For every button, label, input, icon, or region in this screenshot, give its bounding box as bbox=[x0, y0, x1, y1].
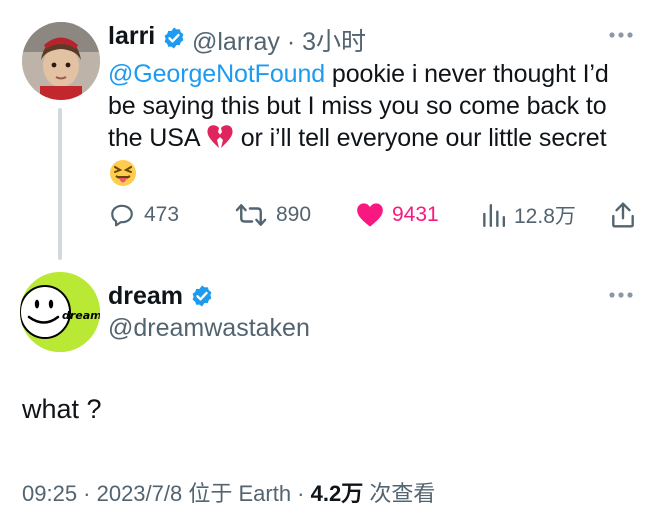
share-icon bbox=[612, 202, 634, 228]
reply-author-display-name[interactable]: dream bbox=[108, 282, 183, 311]
broken-heart-icon bbox=[206, 124, 234, 158]
child-photo-icon bbox=[22, 22, 100, 100]
squinting-tongue-face-icon bbox=[108, 158, 138, 196]
view-count: 12.8万 bbox=[514, 205, 576, 228]
author-display-name[interactable]: larri bbox=[108, 22, 155, 51]
timestamp-location[interactable]: 09:25 · 2023/7/8 位于 Earth · bbox=[22, 481, 311, 506]
views-total: 4.2万 bbox=[310, 481, 364, 506]
retweet-count: 890 bbox=[276, 203, 312, 226]
tweet-text-line3b: or i’ll tell everyone our little secret bbox=[233, 124, 607, 152]
heart-filled-icon bbox=[357, 203, 383, 227]
tweet-metadata: 09:25 · 2023/7/8 位于 Earth · 4.2万 次查看 bbox=[22, 476, 435, 508]
reply-author-avatar[interactable]: dream bbox=[20, 272, 100, 352]
reply-text: what ? bbox=[22, 394, 102, 424]
mention-link[interactable]: @GeorgeNotFound bbox=[108, 60, 325, 88]
share-action[interactable] bbox=[610, 200, 644, 230]
tweet-actions-bar: 473 890 9431 12.8万 bbox=[108, 200, 638, 230]
avatar-logo-text: dream bbox=[62, 309, 100, 322]
views-label: 次查看 bbox=[363, 481, 436, 506]
dream-smiley-logo-icon: dream bbox=[20, 272, 100, 352]
more-options-icon[interactable] bbox=[606, 288, 636, 302]
views-action[interactable]: 12.8万 bbox=[480, 200, 576, 230]
like-action[interactable]: 9431 bbox=[356, 200, 439, 230]
tweet-text: @GeorgeNotFound pookie i never thought I… bbox=[108, 58, 638, 196]
verified-badge-icon bbox=[190, 284, 214, 308]
author-handle-and-time[interactable]: @larray · 3小时 bbox=[192, 22, 366, 58]
reply-bubble-icon bbox=[111, 204, 133, 227]
more-options-icon[interactable] bbox=[606, 28, 636, 42]
tweet-text-line3a: the USA bbox=[108, 124, 206, 152]
reply-count: 473 bbox=[144, 203, 180, 226]
retweet-action[interactable]: 890 bbox=[234, 200, 311, 230]
tweet-text-line2: be saying this but I miss you so come ba… bbox=[108, 92, 607, 120]
thread-connector-line bbox=[58, 108, 62, 260]
reply-action[interactable]: 473 bbox=[108, 200, 179, 230]
verified-badge-icon bbox=[162, 26, 186, 50]
author-avatar[interactable] bbox=[22, 22, 100, 100]
tweet-text-line1: pookie i never thought I’d bbox=[325, 60, 609, 88]
like-count: 9431 bbox=[392, 203, 439, 226]
retweet-icon bbox=[235, 204, 267, 226]
analytics-bars-icon bbox=[483, 204, 506, 228]
reply-author-handle[interactable]: @dreamwastaken bbox=[108, 314, 310, 343]
